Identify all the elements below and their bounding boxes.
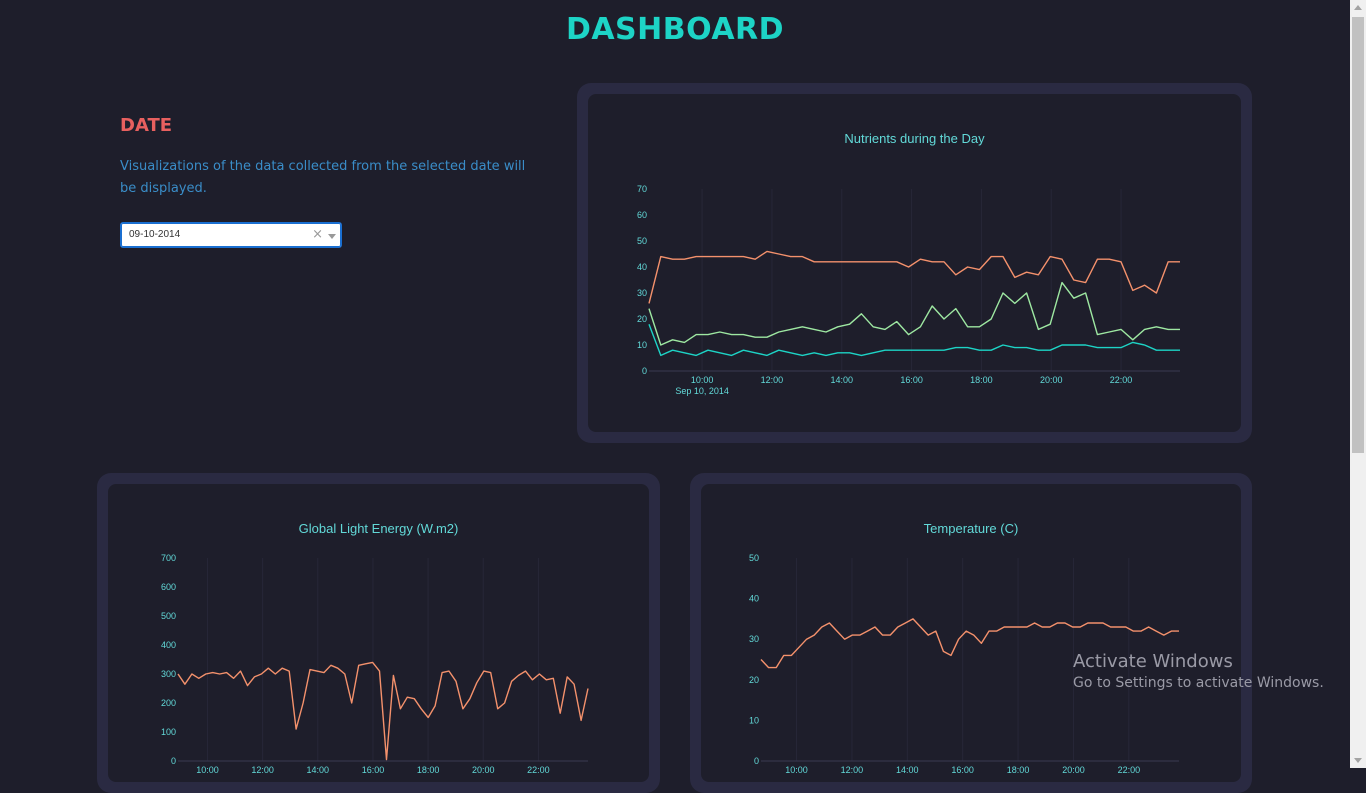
temperature-y-tick-label: 40 xyxy=(749,594,759,604)
activate-windows-watermark: Activate Windows Go to Settings to activ… xyxy=(1073,651,1324,691)
temperature-y-tick-label: 50 xyxy=(749,553,759,563)
temperature-y-tick-label: 20 xyxy=(749,675,759,685)
light-y-tick-label: 300 xyxy=(161,669,176,679)
scroll-up-icon[interactable] xyxy=(1354,5,1362,10)
temperature-y-tick-label: 10 xyxy=(749,715,759,725)
nutrients-series-line-2[interactable] xyxy=(648,323,1180,357)
dashboard-title: DASHBOARD xyxy=(565,12,785,47)
temperature-x-tick-label: 18:00 xyxy=(1007,765,1030,775)
light-x-tick-label: 22:00 xyxy=(527,765,550,775)
temperature-x-tick-label: 12:00 xyxy=(841,765,864,775)
date-heading: DATE xyxy=(120,115,173,136)
temperature-x-tick-label: 20:00 xyxy=(1062,765,1085,775)
light-y-tick-label: 200 xyxy=(161,698,176,708)
nutrients-x-tick-label: 10:00 xyxy=(691,375,714,385)
nutrients-y-tick-label: 70 xyxy=(637,184,647,194)
nutrients-chart[interactable]: 10:00 12:00 14:00 16:00 18:00 20:00 22:00 Sep 1… xyxy=(588,94,1241,432)
temperature-chart-card: Temperature (C) 10:00 12:00 14:00 16:00 18:0… xyxy=(690,473,1252,793)
nutrients-x-tick-label: 14:00 xyxy=(830,375,853,385)
temperature-x-tick-label: 22:00 xyxy=(1118,765,1141,775)
light-series-line-0[interactable] xyxy=(177,661,589,761)
nutrients-series-line-1[interactable] xyxy=(648,281,1180,346)
watermark-line2: Go to Settings to activate Windows. xyxy=(1073,675,1324,691)
temperature-x-tick-label: 16:00 xyxy=(951,765,974,775)
date-dropdown[interactable]: 09-10-2014 × xyxy=(120,222,342,248)
light-y-tick-label: 400 xyxy=(161,640,176,650)
nutrients-y-tick-label: 40 xyxy=(637,262,647,272)
light-y-tick-label: 600 xyxy=(161,582,176,592)
light-chart-card: Global Light Energy (W.m2) 10:00 12:00 14:… xyxy=(97,473,660,793)
nutrients-y-tick-label: 20 xyxy=(637,314,647,324)
date-dropdown-value: 09-10-2014 xyxy=(129,229,181,240)
temperature-x-tick-label: 14:00 xyxy=(896,765,919,775)
scrollbar-thumb[interactable] xyxy=(1352,17,1364,453)
light-x-tick-label: 18:00 xyxy=(417,765,440,775)
temperature-y-tick-label: 30 xyxy=(749,634,759,644)
nutrients-y-tick-label: 0 xyxy=(642,366,647,376)
clear-icon[interactable]: × xyxy=(312,227,323,242)
nutrients-x-tick-label: 16:00 xyxy=(900,375,923,385)
nutrients-y-tick-label: 10 xyxy=(637,340,647,350)
nutrients-y-tick-label: 50 xyxy=(637,236,647,246)
page-scrollbar[interactable] xyxy=(1350,0,1366,768)
nutrients-x-tick-label: 20:00 xyxy=(1040,375,1063,385)
temperature-x-tick-label: 10:00 xyxy=(785,765,808,775)
light-y-tick-label: 0 xyxy=(171,756,176,766)
light-y-tick-label: 100 xyxy=(161,727,176,737)
nutrients-y-tick-label: 60 xyxy=(637,210,647,220)
watermark-line1: Activate Windows xyxy=(1073,651,1233,672)
nutrients-x-date-label: Sep 10, 2014 xyxy=(675,386,729,396)
date-description: Visualizations of the data collected fro… xyxy=(120,159,526,196)
light-x-tick-label: 12:00 xyxy=(251,765,274,775)
light-x-tick-label: 10:00 xyxy=(196,765,219,775)
light-energy-chart[interactable]: 10:00 12:00 14:00 16:00 18:00 20:00 22:00 0 100 2… xyxy=(108,484,649,782)
nutrients-series-line-0[interactable] xyxy=(648,250,1180,304)
temperature-chart[interactable]: 10:00 12:00 14:00 16:00 18:00 20:00 22:00 0 10 20… xyxy=(701,484,1241,782)
temperature-y-tick-label: 0 xyxy=(754,756,759,766)
light-y-tick-label: 500 xyxy=(161,611,176,621)
scroll-down-icon[interactable] xyxy=(1354,758,1362,763)
light-x-tick-label: 14:00 xyxy=(307,765,330,775)
light-y-tick-label: 700 xyxy=(161,553,176,563)
nutrients-y-tick-label: 30 xyxy=(637,288,647,298)
chevron-down-icon[interactable] xyxy=(328,234,336,239)
light-x-tick-label: 16:00 xyxy=(362,765,385,775)
nutrients-chart-card: Nutrients during the Day 10:00 12:00 14:00… xyxy=(577,83,1252,443)
nutrients-x-tick-label: 12:00 xyxy=(761,375,784,385)
light-x-tick-label: 20:00 xyxy=(472,765,495,775)
nutrients-x-tick-label: 18:00 xyxy=(970,375,993,385)
nutrients-x-tick-label: 22:00 xyxy=(1110,375,1133,385)
